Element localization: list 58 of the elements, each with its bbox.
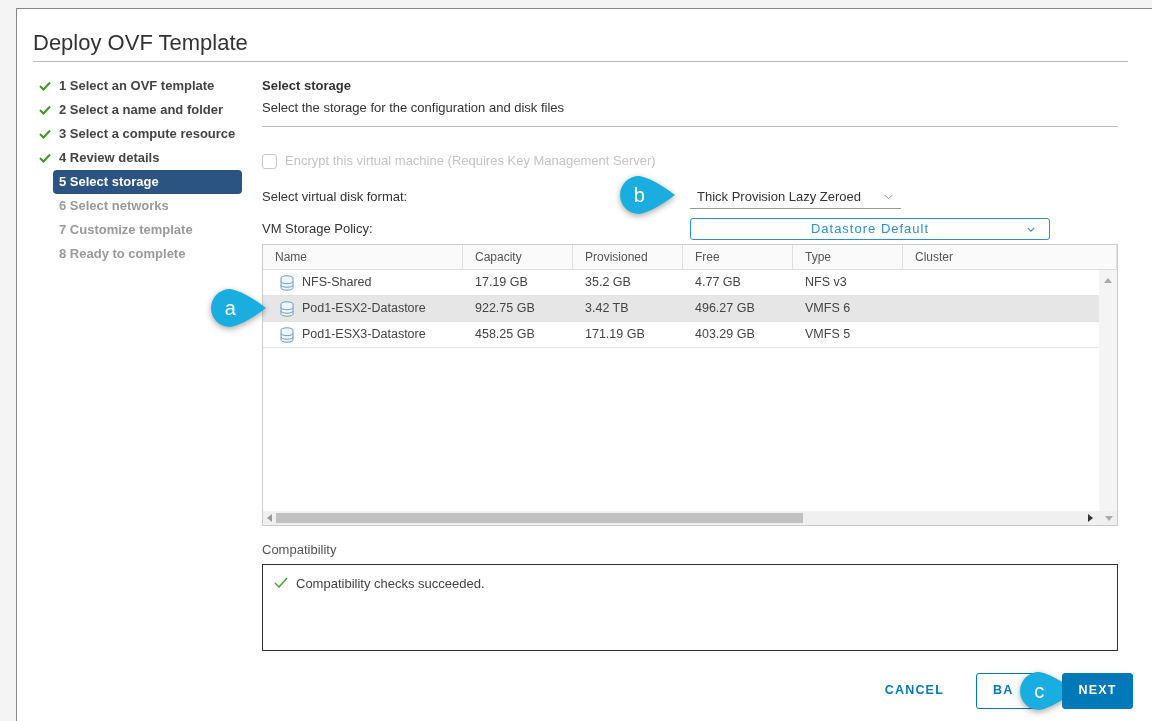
field-label: VM Storage Policy:: [262, 220, 374, 239]
status-message: Compatibility checks succeeded.: [296, 574, 485, 593]
database-icon: [280, 300, 294, 317]
check-icon: [39, 153, 51, 163]
next-button[interactable]: NEXT: [1062, 672, 1133, 709]
table-cell-text: 35.2 GB: [585, 274, 631, 292]
vertical-scrollbar[interactable]: [1099, 270, 1117, 511]
callout-tooltip: a: [211, 289, 267, 327]
column-header[interactable]: Free: [683, 245, 793, 269]
table-cell-text: VMFS 5: [805, 326, 851, 344]
database-icon: [280, 274, 294, 291]
check-icon: [274, 576, 288, 588]
table-cell-text: NFS v3: [805, 274, 847, 292]
chevron-down-icon: [884, 193, 893, 200]
table-cell-text: 3.42 TB: [585, 300, 629, 318]
table-row[interactable]: Pod1-ESX2-Datastore 922.75 GB 3.42 TB 496.27 GB VMFS 6: [263, 296, 1099, 322]
scroll-down-icon[interactable]: [1105, 515, 1113, 521]
check-icon: [39, 81, 51, 91]
scroll-left-icon[interactable]: [267, 514, 272, 522]
wizard-step[interactable]: 2 Select a name and folder: [53, 98, 242, 122]
section-title: Select storage: [262, 77, 352, 95]
table-cell-text: 458.25 GB: [475, 326, 535, 344]
column-header[interactable]: Provisioned: [573, 245, 683, 269]
check-icon: [39, 129, 51, 139]
table-cell-text: Pod1-ESX2-Datastore: [302, 300, 426, 318]
checkbox-label: Encrypt this virtual machine (Requires Key Management Server): [285, 152, 656, 171]
column-header[interactable]: Capacity: [463, 245, 573, 269]
callout-tooltip: b: [620, 176, 676, 214]
chevron-down-icon: [1027, 226, 1035, 232]
table-cell-text: NFS-Shared: [302, 274, 372, 292]
table-cell-text: 4.77 GB: [695, 274, 741, 292]
column-header[interactable]: Cluster: [903, 245, 1117, 269]
table-cell-text: 17.19 GB: [475, 274, 528, 292]
table-cell-text: 922.75 GB: [475, 300, 535, 318]
check-icon: [39, 105, 51, 115]
table-cell-text: Pod1-ESX3-Datastore: [302, 326, 426, 344]
wizard-step[interactable]: 5 Select storage: [53, 170, 242, 194]
scroll-right-icon[interactable]: [1088, 514, 1093, 522]
cancel-button[interactable]: CANCEL: [868, 672, 960, 709]
section-label: Compatibility: [262, 541, 338, 559]
table-cell-text: 403.29 GB: [695, 326, 755, 344]
scrollbar-thumb[interactable]: [276, 513, 803, 523]
window-title: Deploy OVF Template: [33, 29, 249, 57]
table-cell-text: 496.27 GB: [695, 300, 755, 318]
database-icon: [280, 326, 294, 343]
table-cell-text: VMFS 6: [805, 300, 851, 318]
field-label: Select virtual disk format:: [262, 189, 408, 205]
scroll-up-icon[interactable]: [1104, 278, 1112, 283]
wizard-step[interactable]: 3 Select a compute resource: [53, 122, 242, 146]
section-subtitle: Select the storage for the configuration and disk files: [262, 99, 566, 117]
horizontal-scrollbar[interactable]: [263, 511, 1117, 525]
disk-format-dropdown[interactable]: Thick Provision Lazy Zeroed: [690, 185, 901, 209]
wizard-step[interactable]: 1 Select an OVF template: [53, 74, 242, 98]
column-header[interactable]: Type: [793, 245, 903, 269]
wizard-step[interactable]: 4 Review details: [53, 146, 242, 170]
table-cell-text: 171.19 GB: [585, 326, 645, 344]
storage-policy-dropdown[interactable]: Datastore Default: [690, 218, 1050, 240]
column-header[interactable]: Name: [263, 245, 463, 269]
